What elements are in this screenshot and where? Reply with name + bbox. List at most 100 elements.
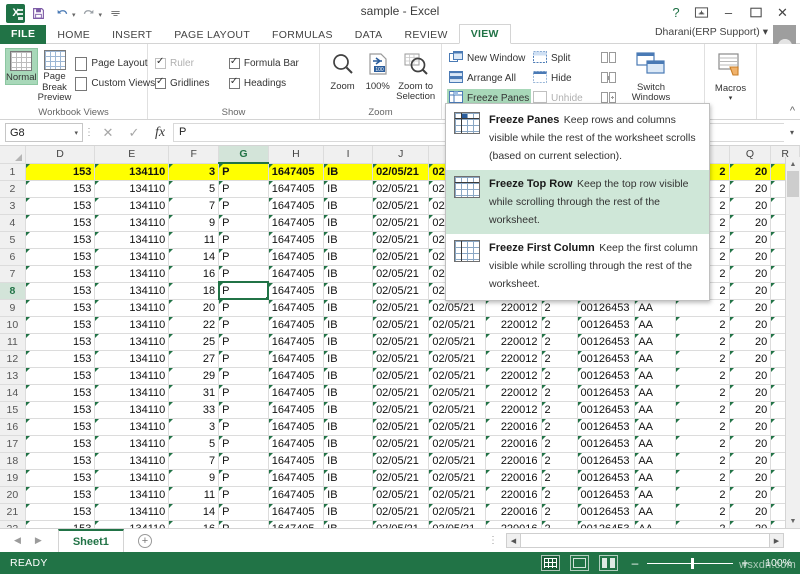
cell-M12[interactable]: 2 bbox=[541, 350, 577, 367]
row-header-15[interactable]: 15 bbox=[0, 401, 25, 418]
cell-G16[interactable]: P bbox=[219, 418, 269, 435]
page-break-preview-button[interactable] bbox=[599, 555, 618, 571]
cell-Q13[interactable]: 20 bbox=[729, 367, 771, 384]
cell-P12[interactable]: 2 bbox=[676, 350, 729, 367]
cell-D19[interactable]: 153 bbox=[25, 469, 95, 486]
cell-J10[interactable]: 02/05/21 bbox=[373, 316, 429, 333]
scroll-down-button[interactable]: ▼ bbox=[786, 514, 800, 528]
cell-J20[interactable]: 02/05/21 bbox=[373, 486, 429, 503]
row-header-4[interactable]: 4 bbox=[0, 214, 25, 231]
cell-I15[interactable]: IB bbox=[324, 401, 373, 418]
cell-Q15[interactable]: 20 bbox=[729, 401, 771, 418]
cell-D3[interactable]: 153 bbox=[25, 197, 95, 214]
help-button[interactable]: ? bbox=[664, 2, 688, 23]
minimize-button[interactable]: – bbox=[715, 2, 742, 23]
cell-Q7[interactable]: 20 bbox=[729, 265, 771, 282]
sheet-next-button[interactable]: ▶ bbox=[35, 535, 42, 546]
cell-D21[interactable]: 153 bbox=[25, 503, 95, 520]
column-header-H[interactable]: H bbox=[268, 146, 323, 163]
arrange-all-button[interactable]: Arrange All bbox=[447, 69, 531, 88]
insert-function-button[interactable]: fx bbox=[147, 125, 173, 141]
cell-F17[interactable]: 5 bbox=[169, 435, 219, 452]
cell-D5[interactable]: 153 bbox=[25, 231, 95, 248]
tab-home[interactable]: HOME bbox=[46, 25, 101, 44]
cell-D11[interactable]: 153 bbox=[25, 333, 95, 350]
cell-E18[interactable]: 134110 bbox=[95, 452, 169, 469]
cell-G7[interactable]: P bbox=[219, 265, 269, 282]
row-header-6[interactable]: 6 bbox=[0, 248, 25, 265]
cell-H16[interactable]: 1647405 bbox=[268, 418, 323, 435]
cell-P14[interactable]: 2 bbox=[676, 384, 729, 401]
cell-N14[interactable]: 00126453 bbox=[577, 384, 635, 401]
cell-J7[interactable]: 02/05/21 bbox=[373, 265, 429, 282]
cell-G8[interactable]: P bbox=[219, 282, 269, 299]
macros-caret-icon[interactable]: ▾ bbox=[729, 94, 733, 105]
formula-bar-grip[interactable]: ⋮ bbox=[83, 127, 95, 138]
hide-button[interactable]: Hide bbox=[531, 69, 595, 88]
cell-F5[interactable]: 11 bbox=[169, 231, 219, 248]
column-header-D[interactable]: D bbox=[25, 146, 95, 163]
cell-M11[interactable]: 2 bbox=[541, 333, 577, 350]
cell-Q1[interactable]: 20 bbox=[729, 163, 771, 180]
row-header-8[interactable]: 8 bbox=[0, 282, 25, 299]
view-page-break-preview-button[interactable]: Page Break Preview bbox=[38, 48, 72, 104]
cell-D14[interactable]: 153 bbox=[25, 384, 95, 401]
cell-Q11[interactable]: 20 bbox=[729, 333, 771, 350]
cell-H7[interactable]: 1647405 bbox=[268, 265, 323, 282]
cell-K14[interactable]: 02/05/21 bbox=[429, 384, 485, 401]
table-row[interactable]: 1115313411025P1647405IB02/05/2102/05/212… bbox=[0, 333, 800, 350]
cell-H21[interactable]: 1647405 bbox=[268, 503, 323, 520]
cell-J5[interactable]: 02/05/21 bbox=[373, 231, 429, 248]
cell-I12[interactable]: IB bbox=[324, 350, 373, 367]
cell-F4[interactable]: 9 bbox=[169, 214, 219, 231]
cell-H11[interactable]: 1647405 bbox=[268, 333, 323, 350]
cell-G22[interactable]: P bbox=[219, 520, 269, 528]
cell-D17[interactable]: 153 bbox=[25, 435, 95, 452]
table-row[interactable]: 2215313411016P1647405IB02/05/2102/05/212… bbox=[0, 520, 800, 528]
cell-E19[interactable]: 134110 bbox=[95, 469, 169, 486]
cell-L16[interactable]: 220016 bbox=[485, 418, 541, 435]
cell-M20[interactable]: 2 bbox=[541, 486, 577, 503]
cell-F14[interactable]: 31 bbox=[169, 384, 219, 401]
cell-E1[interactable]: 134110 bbox=[95, 163, 169, 180]
cell-P22[interactable]: 2 bbox=[676, 520, 729, 528]
cell-I20[interactable]: IB bbox=[324, 486, 373, 503]
cell-K19[interactable]: 02/05/21 bbox=[429, 469, 485, 486]
table-row[interactable]: 161531341103P1647405IB02/05/2102/05/2122… bbox=[0, 418, 800, 435]
cell-G6[interactable]: P bbox=[219, 248, 269, 265]
cell-I19[interactable]: IB bbox=[324, 469, 373, 486]
cell-E12[interactable]: 134110 bbox=[95, 350, 169, 367]
cell-N21[interactable]: 00126453 bbox=[577, 503, 635, 520]
cell-F11[interactable]: 25 bbox=[169, 333, 219, 350]
table-row[interactable]: 1315313411029P1647405IB02/05/2102/05/212… bbox=[0, 367, 800, 384]
cell-K22[interactable]: 02/05/21 bbox=[429, 520, 485, 528]
cell-J2[interactable]: 02/05/21 bbox=[373, 180, 429, 197]
cell-H8[interactable]: 1647405 bbox=[268, 282, 323, 299]
page-layout-view-button[interactable] bbox=[570, 555, 589, 571]
cell-N12[interactable]: 00126453 bbox=[577, 350, 635, 367]
cell-N22[interactable]: 00126453 bbox=[577, 520, 635, 528]
tab-formulas[interactable]: FORMULAS bbox=[261, 25, 344, 44]
zoom-button[interactable]: Zoom bbox=[325, 50, 360, 92]
cell-N11[interactable]: 00126453 bbox=[577, 333, 635, 350]
cell-I13[interactable]: IB bbox=[324, 367, 373, 384]
cell-G3[interactable]: P bbox=[219, 197, 269, 214]
cell-Q3[interactable]: 20 bbox=[729, 197, 771, 214]
cell-D6[interactable]: 153 bbox=[25, 248, 95, 265]
cell-J8[interactable]: 02/05/21 bbox=[373, 282, 429, 299]
zoom-out-button[interactable]: – bbox=[630, 556, 640, 570]
new-window-button[interactable]: New Window bbox=[447, 49, 531, 68]
menu-item-freeze-panes[interactable]: Freeze Panes Keep rows and columns visib… bbox=[446, 106, 709, 170]
zoom-slider-thumb[interactable] bbox=[691, 558, 694, 569]
cell-J16[interactable]: 02/05/21 bbox=[373, 418, 429, 435]
cell-F20[interactable]: 11 bbox=[169, 486, 219, 503]
column-header-I[interactable]: I bbox=[324, 146, 373, 163]
show-formula-bar-checkbox[interactable]: Formula Bar bbox=[227, 54, 314, 73]
cell-G14[interactable]: P bbox=[219, 384, 269, 401]
cell-O19[interactable]: AA bbox=[635, 469, 676, 486]
table-row[interactable]: 191531341109P1647405IB02/05/2102/05/2122… bbox=[0, 469, 800, 486]
row-header-2[interactable]: 2 bbox=[0, 180, 25, 197]
table-row[interactable]: 181531341107P1647405IB02/05/2102/05/2122… bbox=[0, 452, 800, 469]
cell-D4[interactable]: 153 bbox=[25, 214, 95, 231]
cell-D10[interactable]: 153 bbox=[25, 316, 95, 333]
